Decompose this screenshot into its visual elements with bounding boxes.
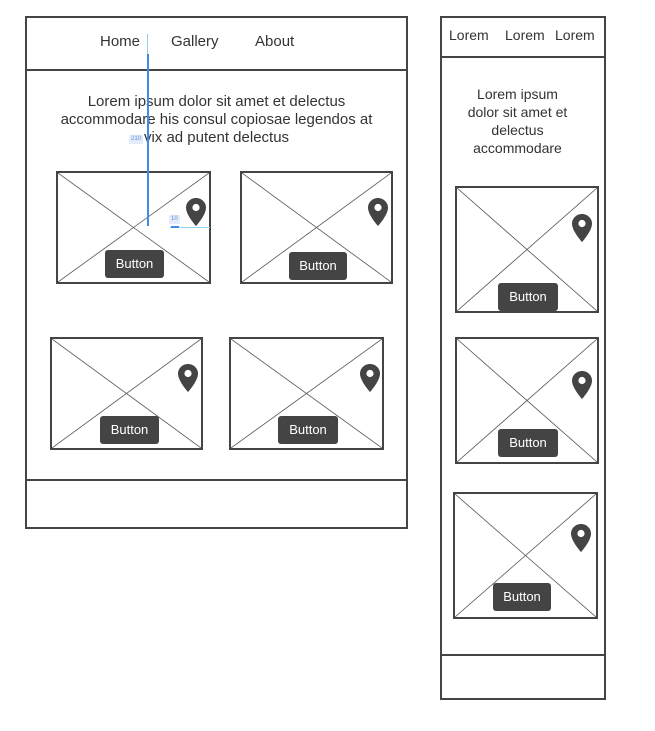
- desktop-intro-line: vix ad putent delectus: [143, 129, 290, 146]
- mobile-nav-item-2[interactable]: Lorem: [505, 27, 545, 43]
- location-pin-icon: [186, 198, 206, 226]
- desktop-intro-text: Lorem ipsum dolor sit amet et delectus a…: [40, 93, 393, 147]
- mobile-nav-item-1[interactable]: Lorem: [449, 27, 489, 43]
- desktop-card-4: Button: [229, 337, 384, 450]
- card-button[interactable]: Button: [498, 429, 558, 457]
- card-button[interactable]: Button: [498, 283, 558, 311]
- mobile-card-1: Button: [455, 186, 599, 313]
- mobile-nav-item-3[interactable]: Lorem: [555, 27, 595, 43]
- location-pin-icon: [178, 364, 198, 392]
- mobile-header-divider: [440, 56, 606, 58]
- desktop-intro-line: accommodare his consul copiosae legendos…: [60, 111, 373, 128]
- card-button[interactable]: Button: [105, 250, 164, 278]
- mobile-intro-line: accommodare: [473, 140, 562, 156]
- mobile-intro-line: dolor sit amet et: [467, 104, 568, 120]
- guide-line-vertical: [146, 54, 149, 226]
- location-pin-icon: [368, 198, 388, 226]
- mobile-intro-text: Lorem ipsum dolor sit amet et delectus a…: [449, 85, 586, 157]
- desktop-header-divider: [25, 69, 408, 71]
- desktop-footer-divider: [25, 479, 408, 481]
- desktop-card-3: Button: [50, 337, 203, 450]
- nav-gallery-link[interactable]: Gallery: [171, 33, 219, 50]
- location-pin-icon: [571, 524, 591, 552]
- nav-home-link[interactable]: Home: [100, 33, 140, 50]
- card-button[interactable]: Button: [100, 416, 159, 444]
- spacing-label: 10: [169, 215, 180, 224]
- card-button[interactable]: Button: [278, 416, 338, 444]
- location-pin-icon: [360, 364, 380, 392]
- card-button[interactable]: Button: [493, 583, 551, 611]
- wireframe-canvas: Home Gallery About Lorem ipsum dolor sit…: [0, 0, 655, 731]
- mobile-card-3: Button: [453, 492, 598, 619]
- mobile-intro-line: Lorem ipsum: [477, 86, 558, 102]
- guide-line-short: [171, 226, 179, 228]
- guide-line-top: [147, 34, 148, 54]
- location-pin-icon: [572, 214, 592, 242]
- distance-label: 210: [129, 135, 144, 144]
- card-button[interactable]: Button: [289, 252, 347, 280]
- desktop-intro-line: Lorem ipsum dolor sit amet et delectus: [87, 93, 346, 110]
- location-pin-icon: [572, 371, 592, 399]
- mobile-card-2: Button: [455, 337, 599, 464]
- nav-about-link[interactable]: About: [255, 33, 294, 50]
- desktop-card-2: Button: [240, 171, 393, 284]
- mobile-intro-line: delectus: [491, 122, 544, 138]
- mobile-footer-divider: [440, 654, 606, 656]
